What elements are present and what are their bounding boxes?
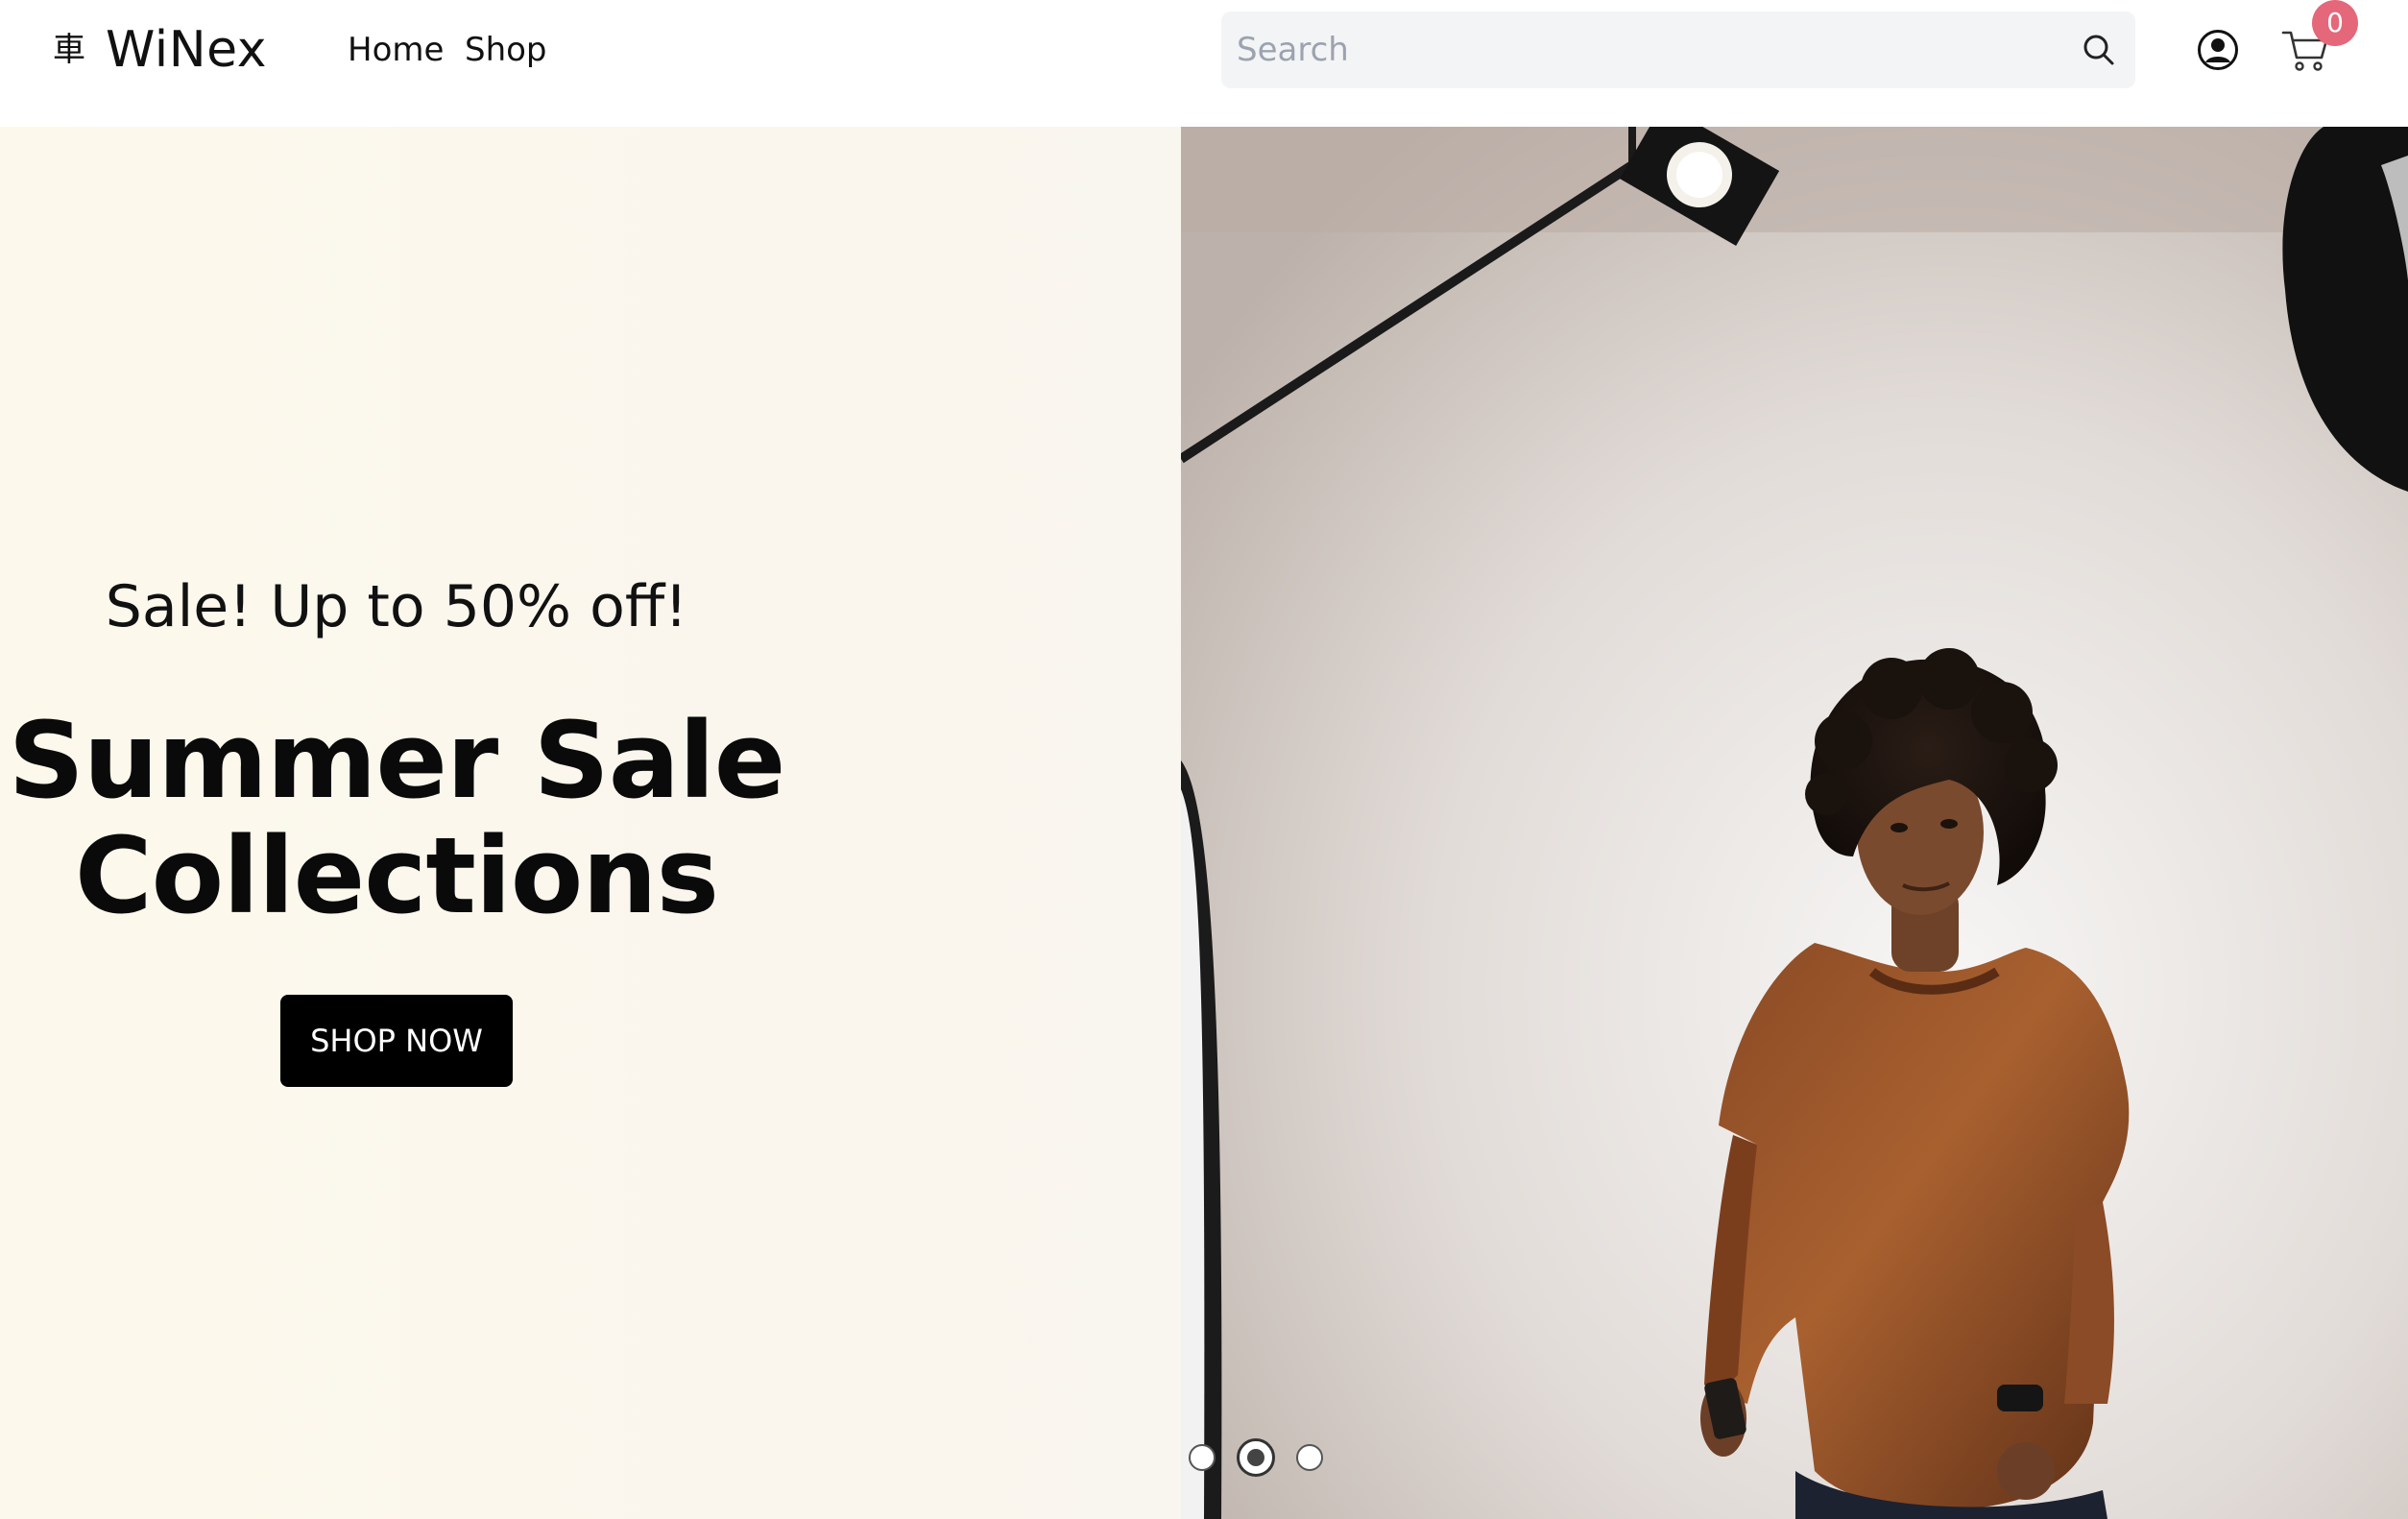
cart-count-badge: 0: [2312, 0, 2358, 46]
search-input[interactable]: [1237, 12, 2062, 88]
carousel-dot-3[interactable]: [1296, 1444, 1323, 1471]
site-header: 車 WiNex Home Shop 0: [0, 0, 2408, 127]
user-circle-icon[interactable]: [2197, 29, 2239, 71]
search-bar: [1221, 12, 2135, 88]
shop-now-button[interactable]: SHOP NOW: [280, 995, 513, 1087]
hero-title: Summer Sale Collections: [8, 699, 786, 937]
search-icon[interactable]: [2080, 31, 2118, 69]
nav-link-shop[interactable]: Shop: [465, 29, 547, 71]
carousel-dot-1[interactable]: [1189, 1444, 1216, 1471]
carousel-dot-2-active[interactable]: [1237, 1438, 1275, 1477]
logo-mark-icon[interactable]: 車: [52, 29, 86, 71]
nav-link-home[interactable]: Home: [348, 29, 444, 71]
brand-logo[interactable]: WiNex: [106, 19, 267, 81]
hero-subtitle: Sale! Up to 50% off!: [105, 573, 688, 640]
hero-photo: [1181, 127, 2408, 1519]
